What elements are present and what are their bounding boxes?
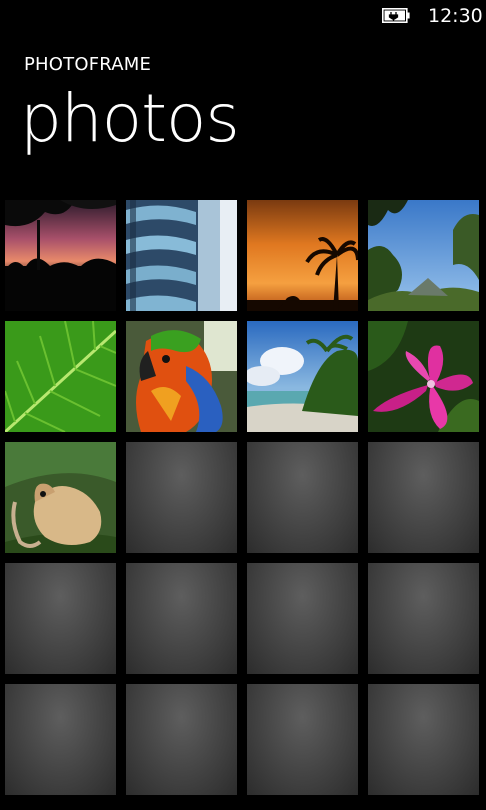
photo-tile-glass-building[interactable] [126, 200, 237, 311]
photo-tile-beach-palms[interactable] [247, 321, 358, 432]
empty-photo-slot[interactable] [247, 442, 358, 553]
empty-photo-slot[interactable] [5, 684, 116, 795]
status-time: 12:30 [428, 5, 483, 27]
orange-sunset-palm-photo [247, 200, 358, 311]
pink-flower-photo [368, 321, 479, 432]
photo-tile-parrot[interactable] [126, 321, 237, 432]
photo-grid [5, 200, 480, 806]
photo-tile-sunset-trees[interactable] [5, 200, 116, 311]
empty-photo-slot[interactable] [126, 442, 237, 553]
photo-tile-blue-sky-trees[interactable] [368, 200, 479, 311]
empty-photo-slot[interactable] [247, 563, 358, 674]
battery-charging-icon [382, 8, 410, 23]
empty-photo-slot[interactable] [126, 563, 237, 674]
photo-tile-pink-flower[interactable] [368, 321, 479, 432]
status-bar: 12:30 [0, 0, 486, 34]
photo-tile-green-leaf[interactable] [5, 321, 116, 432]
photo-tile-lizard[interactable] [5, 442, 116, 553]
empty-photo-slot[interactable] [368, 684, 479, 795]
empty-photo-slot[interactable] [368, 563, 479, 674]
parrot-photo [126, 321, 237, 432]
blue-sky-trees-photo [368, 200, 479, 311]
sunset-trees-photo [5, 200, 116, 311]
glass-building-photo [126, 200, 237, 311]
empty-photo-slot[interactable] [126, 684, 237, 795]
lizard-photo [5, 442, 116, 553]
page-title: photos [20, 80, 240, 157]
empty-photo-slot[interactable] [368, 442, 479, 553]
app-title: PHOTOFRAME [24, 54, 152, 75]
green-leaf-photo [5, 321, 116, 432]
beach-palms-photo [247, 321, 358, 432]
photo-tile-orange-sunset-palm[interactable] [247, 200, 358, 311]
empty-photo-slot[interactable] [247, 684, 358, 795]
empty-photo-slot[interactable] [5, 563, 116, 674]
